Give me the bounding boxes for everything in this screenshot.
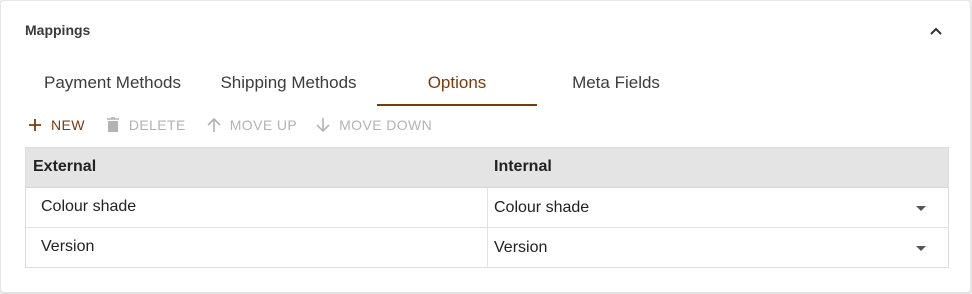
move-up-label: MOVE UP	[229, 117, 298, 133]
tab-meta-fields[interactable]: Meta Fields	[537, 61, 695, 106]
new-button[interactable]: NEW	[25, 113, 85, 137]
internal-select-value: Colour shade	[494, 199, 590, 216]
tab-shipping-methods[interactable]: Shipping Methods	[200, 61, 377, 106]
dropdown-arrow-icon	[916, 246, 926, 251]
mappings-table: External Internal Colour shade Colour sh…	[25, 147, 949, 268]
internal-select[interactable]: Colour shade	[488, 188, 948, 227]
table-header: External Internal	[26, 148, 948, 188]
delete-label: DELETE	[128, 117, 186, 133]
mapping-tabs: Payment Methods Shipping Methods Options…	[25, 61, 695, 106]
delete-button[interactable]: DELETE	[103, 113, 186, 137]
external-cell[interactable]: Version	[26, 228, 488, 268]
plus-icon	[25, 115, 45, 135]
dropdown-arrow-icon	[916, 206, 926, 211]
move-up-button[interactable]: MOVE UP	[204, 113, 297, 137]
internal-select-value: Version	[494, 239, 548, 256]
table-row: Version Version	[26, 228, 948, 268]
panel-title: Mappings	[25, 22, 91, 38]
tab-payment-methods[interactable]: Payment Methods	[25, 61, 200, 106]
new-label: NEW	[51, 117, 85, 133]
external-cell[interactable]: Colour shade	[26, 188, 488, 227]
move-down-button[interactable]: MOVE DOWN	[313, 113, 432, 137]
table-row: Colour shade Colour shade	[26, 188, 948, 228]
move-down-label: MOVE DOWN	[339, 117, 433, 133]
mappings-panel: Mappings Payment Methods Shipping Method…	[0, 0, 971, 293]
tab-options[interactable]: Options	[377, 61, 537, 106]
arrow-up-icon	[204, 115, 224, 135]
collapse-button[interactable]	[926, 21, 946, 41]
column-header-external[interactable]: External	[26, 148, 488, 187]
arrow-down-icon	[313, 115, 333, 135]
panel-header: Mappings	[25, 21, 946, 41]
toolbar: NEW DELETE MOVE UP MOVE DOWN	[25, 113, 432, 137]
trash-icon	[103, 115, 123, 135]
column-header-internal[interactable]: Internal	[488, 148, 948, 187]
chevron-up-icon	[930, 27, 942, 35]
internal-select[interactable]: Version	[488, 228, 948, 268]
